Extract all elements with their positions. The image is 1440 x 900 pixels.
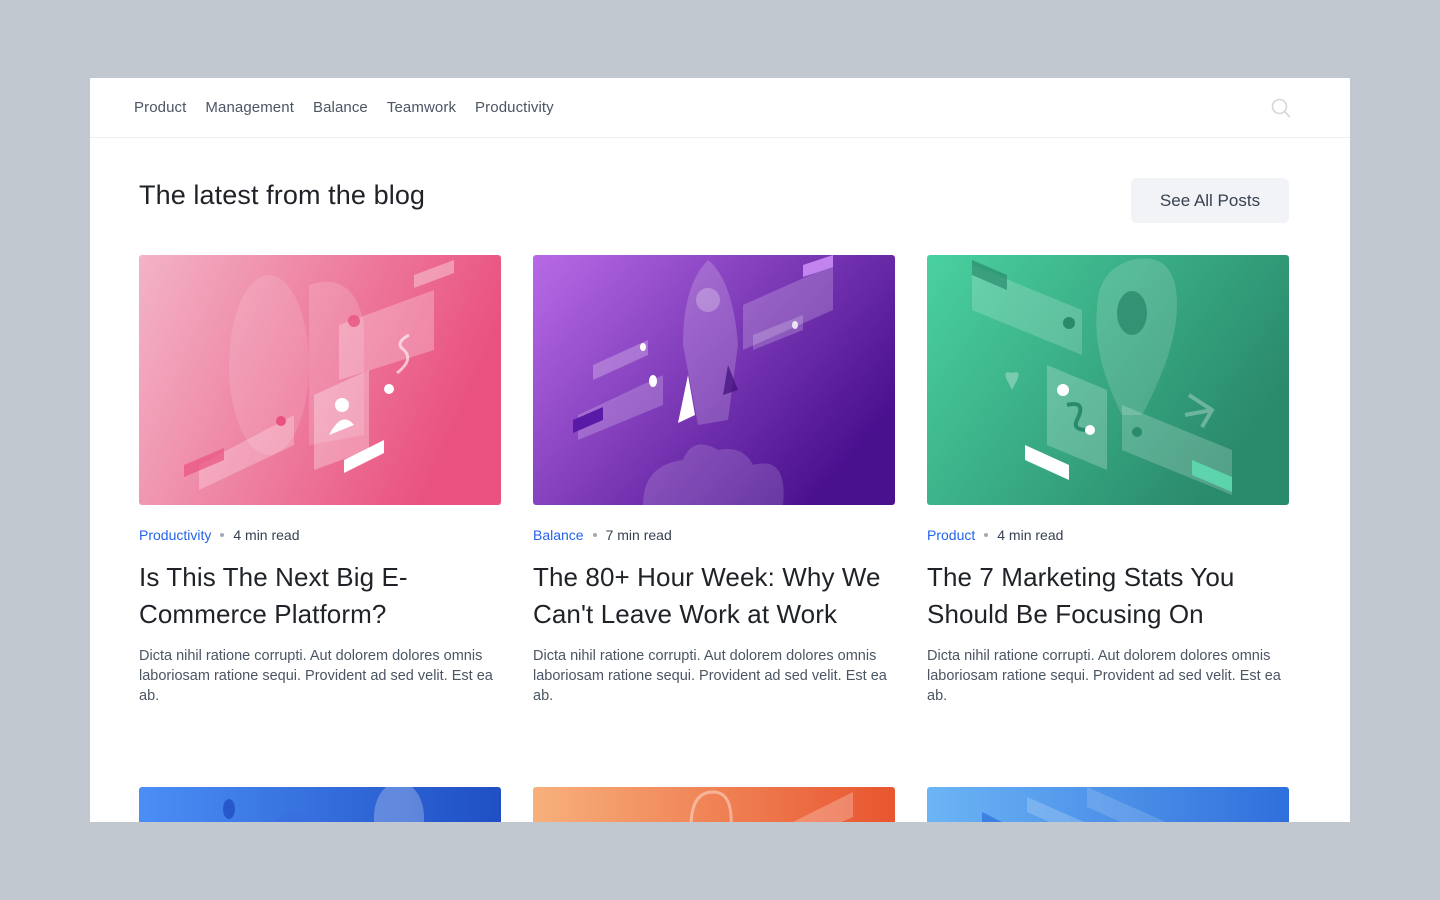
see-all-posts-button[interactable]: See All Posts	[1131, 178, 1289, 223]
illustration-orange	[533, 787, 895, 822]
post-title-link[interactable]: The 80+ Hour Week: Why We Can't Leave Wo…	[533, 562, 881, 629]
post-excerpt: Dicta nihil ratione corrupti. Aut dolore…	[533, 648, 887, 704]
post-meta: Balance 7 min read	[533, 526, 895, 544]
section-header: The latest from the blog See All Posts	[139, 174, 1289, 224]
post-card: Balance 7 min read The 80+ Hour Week: Wh…	[533, 255, 895, 706]
post-card	[139, 787, 501, 822]
post-thumbnail[interactable]	[927, 255, 1289, 505]
read-time: 7 min read	[605, 527, 672, 543]
nav-link-balance[interactable]: Balance	[313, 99, 368, 116]
illustration-pink	[139, 255, 501, 505]
post-card: Productivity 4 min read Is This The Next…	[139, 255, 501, 706]
post-card: Product 4 min read The 7 Marketing Stats…	[927, 255, 1289, 706]
search-icon[interactable]	[1270, 97, 1292, 119]
post-title-link[interactable]: The 7 Marketing Stats You Should Be Focu…	[927, 562, 1234, 629]
post-meta: Product 4 min read	[927, 526, 1289, 544]
nav-link-productivity[interactable]: Productivity	[475, 99, 554, 116]
post-thumbnail[interactable]	[139, 787, 501, 822]
page-title: The latest from the blog	[139, 180, 426, 210]
post-thumbnail[interactable]	[927, 787, 1289, 822]
post-thumbnail[interactable]	[139, 255, 501, 505]
blog-page: Product Management Balance Teamwork Prod…	[90, 78, 1350, 822]
nav-link-product[interactable]: Product	[134, 99, 186, 116]
post-card	[533, 787, 895, 822]
post-title: The 7 Marketing Stats You Should Be Focu…	[927, 559, 1289, 633]
illustration-purple	[533, 255, 895, 505]
post-title: Is This The Next Big E-Commerce Platform…	[139, 559, 501, 633]
meta-separator	[220, 533, 225, 537]
illustration-light-blue	[927, 787, 1289, 822]
post-thumbnail[interactable]	[533, 787, 895, 822]
post-title: The 80+ Hour Week: Why We Can't Leave Wo…	[533, 559, 895, 633]
post-thumbnail[interactable]	[533, 255, 895, 505]
meta-separator	[592, 533, 597, 537]
illustration-green	[927, 255, 1289, 505]
post-excerpt: Dicta nihil ratione corrupti. Aut dolore…	[139, 648, 493, 704]
post-category-link[interactable]: Product	[927, 527, 975, 543]
post-category-link[interactable]: Productivity	[139, 527, 211, 543]
nav-link-teamwork[interactable]: Teamwork	[387, 99, 456, 116]
nav-link-management[interactable]: Management	[205, 99, 294, 116]
read-time: 4 min read	[997, 527, 1064, 543]
meta-separator	[984, 533, 989, 537]
post-title-link[interactable]: Is This The Next Big E-Commerce Platform…	[139, 562, 408, 629]
read-time: 4 min read	[233, 527, 300, 543]
top-navigation: Product Management Balance Teamwork Prod…	[90, 78, 1350, 138]
post-meta: Productivity 4 min read	[139, 526, 501, 544]
illustration-blue	[139, 787, 501, 822]
post-excerpt: Dicta nihil ratione corrupti. Aut dolore…	[927, 648, 1281, 704]
post-category-link[interactable]: Balance	[533, 527, 584, 543]
post-card	[927, 787, 1289, 822]
